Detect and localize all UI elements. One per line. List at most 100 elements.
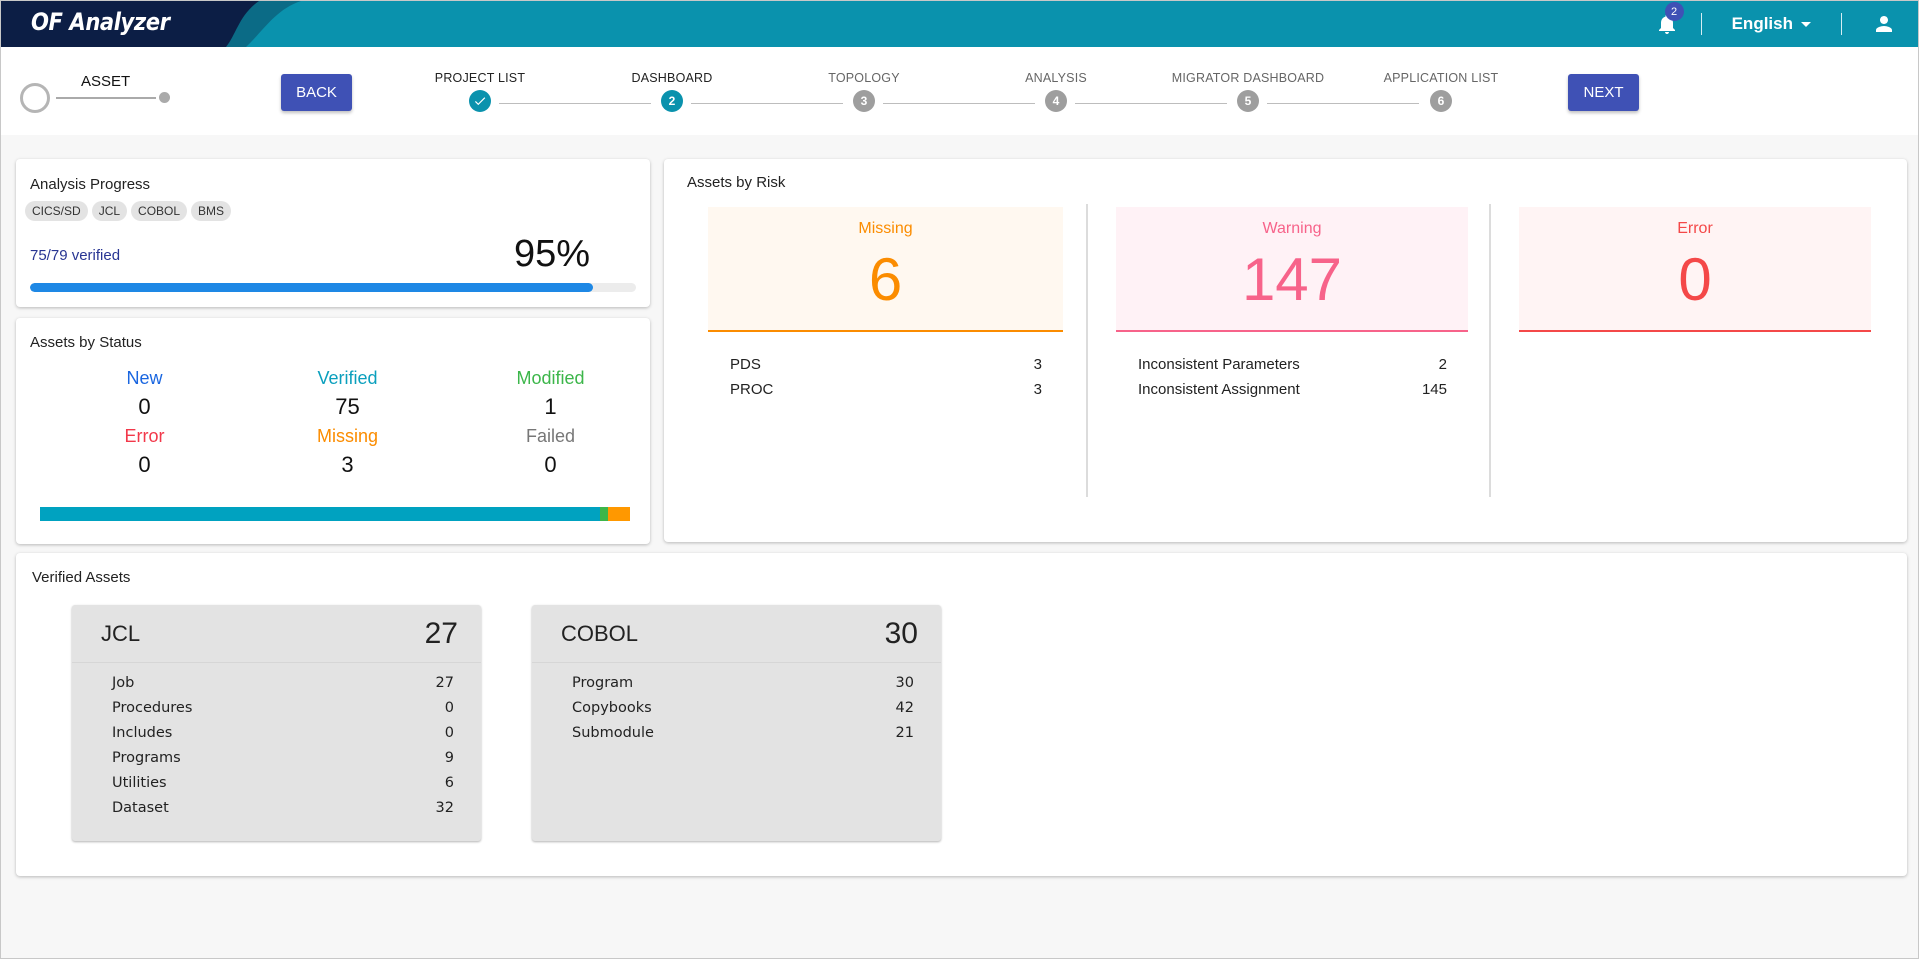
check-icon xyxy=(469,90,491,112)
chip-jcl[interactable]: JCL xyxy=(91,201,128,221)
step-topology[interactable]: TOPOLOGY 3 xyxy=(764,71,964,112)
risk-item-value: 145 xyxy=(1421,381,1447,398)
notification-badge: 2 xyxy=(1664,2,1684,21)
verified-item-value: 32 xyxy=(435,800,454,816)
asset-step-dot xyxy=(159,92,170,103)
verified-item[interactable]: Submodule 21 xyxy=(572,725,914,750)
risk-summary-error[interactable]: Error 0 xyxy=(1519,207,1871,332)
step-migrator-dashboard[interactable]: MIGRATOR DASHBOARD 5 xyxy=(1148,71,1348,112)
risk-item[interactable]: PROC 3 xyxy=(730,381,1042,406)
language-label: English xyxy=(1731,14,1793,33)
asset-step-line xyxy=(56,97,156,99)
asset-step-label: ASSET xyxy=(81,73,131,90)
risk-item-label: PROC xyxy=(730,381,774,398)
card-title: Assets by Status xyxy=(30,334,142,351)
stacked-bar-segment-modified[interactable] xyxy=(600,507,608,521)
status-missing[interactable]: Missing 3 xyxy=(246,426,449,484)
verified-item-value: 0 xyxy=(444,725,454,741)
risk-item-list xyxy=(1519,332,1871,356)
verified-item-label: Dataset xyxy=(112,800,169,816)
verified-item[interactable]: Copybooks 42 xyxy=(572,700,914,725)
risk-item[interactable]: PDS 3 xyxy=(730,356,1042,381)
step-application-list[interactable]: APPLICATION LIST 6 xyxy=(1341,71,1541,112)
verified-item-value: 21 xyxy=(895,725,914,741)
verified-item[interactable]: Program 30 xyxy=(572,675,914,700)
step-number: 4 xyxy=(1045,90,1067,112)
status-error[interactable]: Error 0 xyxy=(43,426,246,484)
status-label: Missing xyxy=(316,426,378,446)
verified-group-total: 30 xyxy=(884,616,918,650)
risk-summary-warning[interactable]: Warning 147 xyxy=(1116,207,1468,332)
user-menu-button[interactable] xyxy=(1872,12,1896,36)
status-label: Failed xyxy=(525,426,576,446)
status-value: 1 xyxy=(544,394,557,419)
step-dashboard[interactable]: DASHBOARD 2 xyxy=(572,71,772,112)
progress-bar xyxy=(30,283,636,292)
stacked-bar-segment-verified[interactable] xyxy=(40,507,601,521)
verified-item-list: Program 30 Copybooks 42 Submodule 21 xyxy=(532,663,941,750)
verified-group-jcl[interactable]: JCL 27 Job 27 Procedures 0 Includes 0 Programs 9 U… xyxy=(72,605,481,841)
next-button[interactable]: NEXT xyxy=(1568,74,1639,111)
card-title: Assets by Risk xyxy=(687,174,786,191)
status-new[interactable]: New 0 xyxy=(43,368,246,426)
status-label: Error xyxy=(124,426,165,446)
header-divider xyxy=(1700,13,1702,35)
risk-item-label: Inconsistent Parameters xyxy=(1138,356,1300,373)
asset-step-circle[interactable] xyxy=(20,83,50,113)
stacked-bar-segment-missing[interactable] xyxy=(607,507,630,521)
risk-item-label: PDS xyxy=(730,356,761,373)
risk-item-label: Inconsistent Assignment xyxy=(1138,381,1300,398)
step-project-list[interactable]: PROJECT LIST xyxy=(380,71,580,112)
status-verified[interactable]: Verified 75 xyxy=(246,368,449,426)
step-number: 2 xyxy=(661,90,683,112)
verified-item-label: Programs xyxy=(112,750,181,766)
status-value: 75 xyxy=(335,394,360,419)
verified-item-value: 30 xyxy=(895,675,914,691)
verified-item[interactable]: Utilities 6 xyxy=(112,775,454,800)
chip-bms[interactable]: BMS xyxy=(191,201,232,221)
risk-item[interactable]: Inconsistent Parameters 2 xyxy=(1138,356,1447,381)
chip-cics[interactable]: CICS/SD xyxy=(25,201,88,221)
language-select[interactable]: English xyxy=(1732,14,1811,34)
status-value: 0 xyxy=(544,452,557,477)
workflow-stepper: ASSET BACK PROJECT LIST DASHBOARD 2 TOPO… xyxy=(1,47,1918,135)
verified-item-label: Includes xyxy=(112,725,173,741)
verified-item[interactable]: Includes 0 xyxy=(112,725,454,750)
status-failed[interactable]: Failed 0 xyxy=(449,426,652,484)
step-number: 3 xyxy=(853,90,875,112)
verified-item-value: 6 xyxy=(444,775,454,791)
risk-item[interactable]: Inconsistent Assignment 145 xyxy=(1138,381,1447,406)
step-analysis[interactable]: ANALYSIS 4 xyxy=(956,71,1156,112)
verified-group-name: COBOL xyxy=(561,620,639,646)
verified-item-label: Job xyxy=(112,675,135,691)
step-label: PROJECT LIST xyxy=(434,71,526,85)
verified-group-cobol[interactable]: COBOL 30 Program 30 Copybooks 42 Submodule 21 xyxy=(532,605,941,841)
risk-item-list: Inconsistent Parameters 2 Inconsistent Ass… xyxy=(1116,332,1468,406)
verified-item[interactable]: Procedures 0 xyxy=(112,700,454,725)
verified-item[interactable]: Job 27 xyxy=(112,675,454,700)
verified-group-header: JCL 27 xyxy=(72,605,481,663)
status-label: Verified xyxy=(317,368,378,388)
status-modified[interactable]: Modified 1 xyxy=(449,368,652,426)
risk-item-value: 3 xyxy=(1033,381,1042,398)
risk-summary-missing[interactable]: Missing 6 xyxy=(708,207,1063,332)
verified-item[interactable]: Programs 9 xyxy=(112,750,454,775)
verified-item[interactable]: Dataset 32 xyxy=(112,800,454,825)
notifications-button[interactable]: 2 xyxy=(1655,2,1684,36)
status-grid: New 0 Verified 75 Modified 1 Error 0 Missing 3 Fai… xyxy=(43,368,653,484)
verified-count: 75/79 verified xyxy=(30,247,121,264)
card-title: Analysis Progress xyxy=(30,176,151,193)
header-divider xyxy=(1841,13,1842,35)
step-label: ANALYSIS xyxy=(1025,71,1087,85)
back-button[interactable]: BACK xyxy=(281,74,352,111)
progress-percent: 95% xyxy=(513,233,590,275)
step-number: 6 xyxy=(1430,90,1452,112)
verified-item-value: 27 xyxy=(435,675,454,691)
app-logo[interactable]: OF Analyzer xyxy=(31,8,170,36)
status-label: New xyxy=(126,368,163,388)
risk-divider xyxy=(1086,204,1088,497)
chip-cobol[interactable]: COBOL xyxy=(131,201,188,221)
step-label: MIGRATOR DASHBOARD xyxy=(1171,71,1325,85)
risk-count: 6 xyxy=(868,246,903,313)
risk-column-error: Error 0 xyxy=(1519,207,1871,356)
